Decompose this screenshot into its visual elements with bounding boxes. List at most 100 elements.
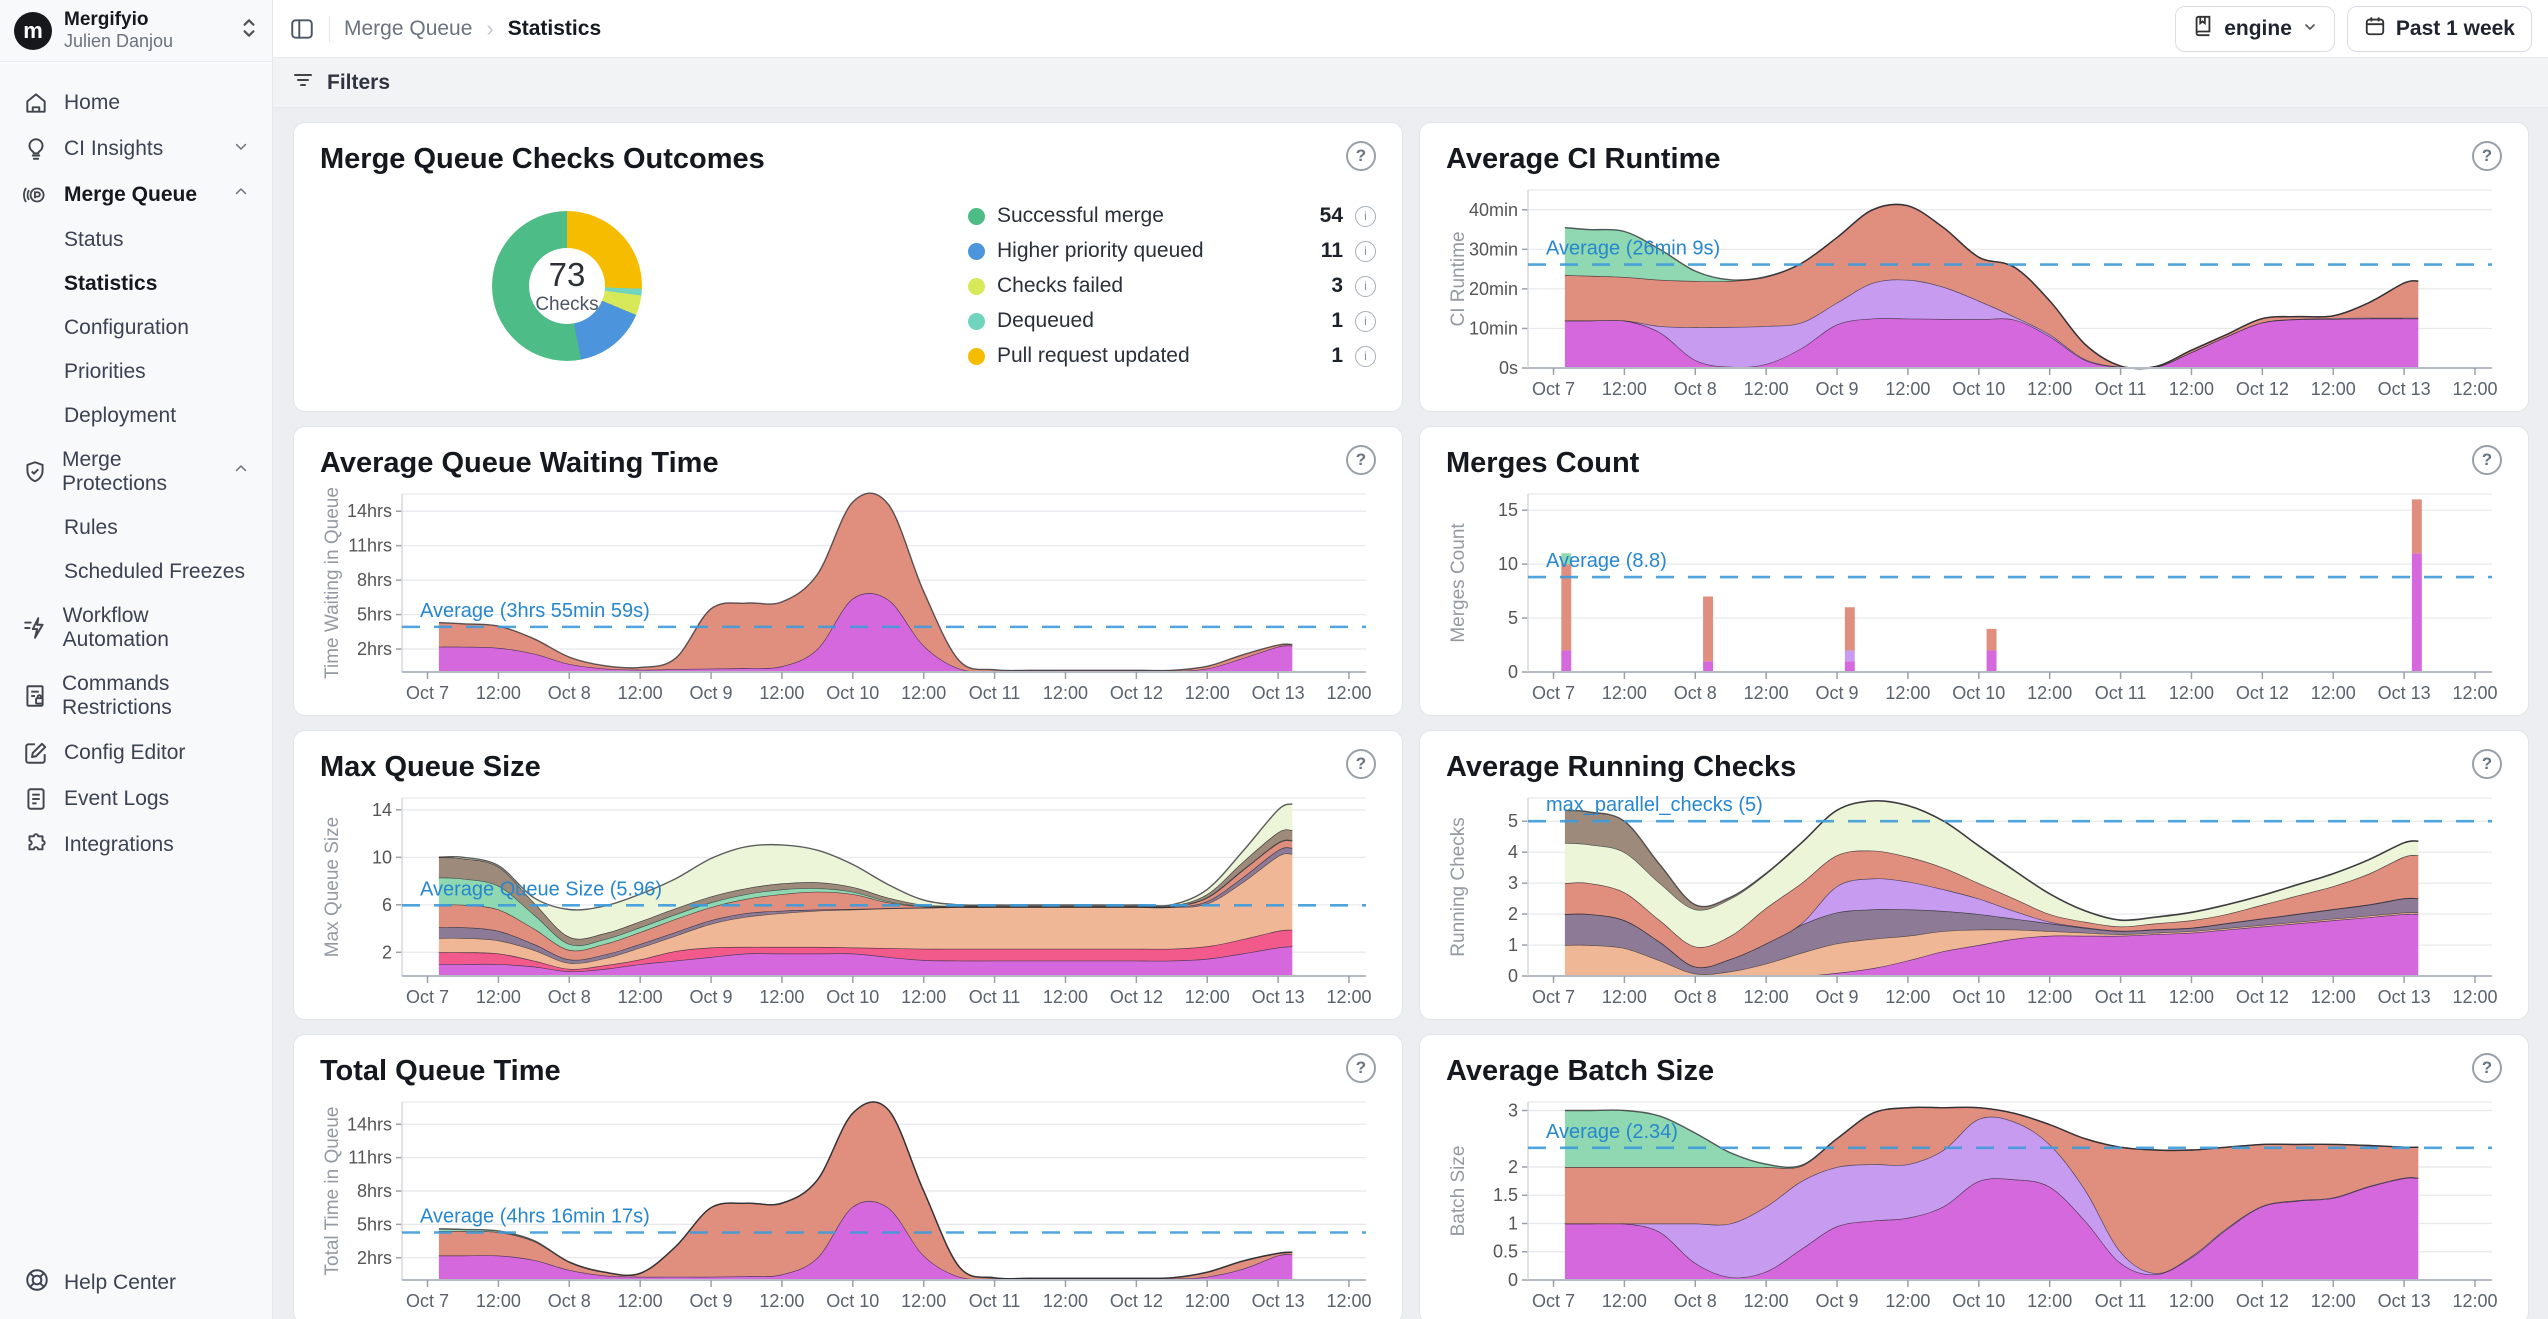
help-center-link[interactable]: Help Center — [0, 1247, 272, 1319]
help-icon[interactable]: ? — [2472, 749, 2502, 779]
sidebar-item-config-editor[interactable]: Config Editor — [10, 730, 262, 776]
date-range-button[interactable]: Past 1 week — [2347, 6, 2532, 52]
svg-text:Oct 7: Oct 7 — [1532, 683, 1575, 703]
help-icon[interactable]: ? — [2472, 445, 2502, 475]
card-average-ci-runtime: Average CI Runtime? 0s10min20min30min40mi… — [1419, 122, 2529, 412]
sidebar-item-statistics[interactable]: Statistics — [10, 262, 262, 306]
info-icon[interactable]: i — [1355, 346, 1376, 367]
donut-total-label: Checks — [535, 294, 598, 316]
svg-text:Oct 9: Oct 9 — [690, 987, 733, 1007]
sidebar-item-integrations[interactable]: Integrations — [10, 822, 262, 868]
svg-text:Oct 12: Oct 12 — [2236, 1291, 2289, 1311]
sidebar-item-label: Home — [64, 91, 120, 115]
sidebar-item-merge-protections[interactable]: Merge Protections — [10, 438, 262, 506]
svg-text:Oct 7: Oct 7 — [406, 987, 449, 1007]
info-icon[interactable]: i — [1355, 241, 1376, 262]
average-label: Average (4hrs 16min 17s) — [420, 1205, 650, 1227]
breadcrumb-merge-queue[interactable]: Merge Queue — [344, 17, 472, 41]
card-average-running-checks: Average Running Checks?012345Oct 712:00O… — [1419, 730, 2529, 1020]
card-title: Average CI Runtime — [1446, 143, 1721, 176]
svg-text:Oct 7: Oct 7 — [406, 683, 449, 703]
svg-text:4: 4 — [1508, 842, 1518, 862]
average-label: Average (8.8) — [1546, 550, 1667, 572]
help-icon[interactable]: ? — [2472, 141, 2502, 171]
help-icon[interactable]: ? — [1346, 1053, 1376, 1083]
info-icon[interactable]: i — [1355, 206, 1376, 227]
dashboard-grid: Merge Queue Checks Outcomes?73ChecksSucc… — [273, 108, 2548, 1319]
calendar-icon — [2364, 15, 2386, 43]
svg-text:12:00: 12:00 — [1885, 987, 1930, 1007]
sidebar-item-workflow-automation[interactable]: Workflow Automation — [10, 594, 262, 662]
sidebar-item-scheduled-freezes[interactable]: Scheduled Freezes — [10, 550, 262, 594]
svg-text:Oct 10: Oct 10 — [826, 1291, 879, 1311]
merge-queue-icon — [22, 182, 50, 208]
doc-lock-icon — [22, 683, 48, 709]
org-user: Julien Danjou — [64, 31, 228, 52]
chevron-down-icon — [232, 137, 250, 161]
repository-select[interactable]: engine — [2175, 6, 2335, 52]
doc-lines-icon — [22, 786, 50, 812]
sidebar-item-priorities[interactable]: Priorities — [10, 350, 262, 394]
legend-label: Dequeued — [997, 309, 1094, 333]
svg-text:12:00: 12:00 — [901, 1291, 946, 1311]
help-icon[interactable]: ? — [2472, 1053, 2502, 1083]
svg-text:12:00: 12:00 — [2027, 987, 2072, 1007]
card-max-queue-size: Max Queue Size?261014Oct 712:00Oct 812:0… — [293, 730, 1403, 1020]
sidebar-item-configuration[interactable]: Configuration — [10, 306, 262, 350]
info-icon[interactable]: i — [1355, 276, 1376, 297]
chart-max-queue-size[interactable]: 261014Oct 712:00Oct 812:00Oct 912:00Oct … — [320, 790, 1378, 1010]
chart-average-ci-runtime[interactable]: 0s10min20min30min40minOct 712:00Oct 812:… — [1446, 182, 2504, 402]
sidebar-item-home[interactable]: Home — [10, 80, 262, 126]
shield-icon — [22, 459, 48, 485]
svg-text:12:00: 12:00 — [901, 987, 946, 1007]
sidebar-item-deployment[interactable]: Deployment — [10, 394, 262, 438]
chart-average-queue-waiting-time[interactable]: 2hrs5hrs8hrs11hrs14hrsOct 712:00Oct 812:… — [320, 486, 1378, 706]
legend-value: 1 — [1331, 344, 1343, 368]
info-icon[interactable]: i — [1355, 311, 1376, 332]
svg-text:0: 0 — [1508, 1270, 1518, 1290]
svg-text:12:00: 12:00 — [2452, 683, 2497, 703]
sidebar-item-label: Configuration — [64, 316, 189, 340]
chart-average-batch-size[interactable]: 00.511.523Oct 712:00Oct 812:00Oct 912:00… — [1446, 1094, 2504, 1314]
sidebar-item-ci-insights[interactable]: CI Insights — [10, 126, 262, 172]
org-switcher[interactable]: m Mergifyio Julien Danjou — [0, 0, 272, 62]
legend-label: Checks failed — [997, 274, 1123, 298]
app-root: m Mergifyio Julien Danjou Home CI Insight… — [0, 0, 2548, 1319]
chart-average-running-checks[interactable]: 012345Oct 712:00Oct 812:00Oct 912:00Oct … — [1446, 790, 2504, 1010]
filter-lines-icon — [291, 68, 315, 97]
sidebar-item-rules[interactable]: Rules — [10, 506, 262, 550]
sidebar-item-status[interactable]: Status — [10, 218, 262, 262]
svg-text:11hrs: 11hrs — [348, 1148, 392, 1168]
svg-text:12:00: 12:00 — [1326, 683, 1371, 703]
svg-text:12:00: 12:00 — [2027, 683, 2072, 703]
legend-dot — [968, 243, 985, 260]
sidebar-item-merge-queue[interactable]: Merge Queue — [10, 172, 262, 218]
sidebar-item-event-logs[interactable]: Event Logs — [10, 776, 262, 822]
svg-text:3: 3 — [1508, 873, 1518, 893]
card-title: Merge Queue Checks Outcomes — [320, 143, 765, 176]
svg-text:2hrs: 2hrs — [357, 1248, 392, 1268]
repository-icon — [2192, 15, 2214, 43]
repository-name: engine — [2224, 17, 2292, 41]
legend-row: Checks failed 3i — [968, 274, 1376, 298]
svg-text:Oct 7: Oct 7 — [1532, 1291, 1575, 1311]
svg-text:1: 1 — [1508, 935, 1518, 955]
chart-total-queue-time[interactable]: 2hrs5hrs8hrs11hrs14hrsOct 712:00Oct 812:… — [320, 1094, 1378, 1314]
chart-merges-count[interactable]: 051015Oct 712:00Oct 812:00Oct 912:00Oct … — [1446, 486, 2504, 706]
svg-text:5hrs: 5hrs — [357, 1214, 392, 1234]
svg-text:1: 1 — [1508, 1213, 1518, 1233]
legend-value: 3 — [1331, 274, 1343, 298]
help-icon[interactable]: ? — [1346, 141, 1376, 171]
filters-button[interactable]: Filters — [327, 71, 390, 95]
sidebar-toggle-icon[interactable] — [289, 16, 315, 42]
help-icon[interactable]: ? — [1346, 749, 1376, 779]
svg-text:12:00: 12:00 — [1043, 683, 1088, 703]
card-title: Average Queue Waiting Time — [320, 447, 719, 480]
help-icon[interactable]: ? — [1346, 445, 1376, 475]
svg-text:Oct 7: Oct 7 — [1532, 379, 1575, 399]
svg-text:Oct 8: Oct 8 — [548, 1291, 591, 1311]
chevron-down-icon — [2302, 17, 2318, 41]
sidebar-item-commands-restrictions[interactable]: Commands Restrictions — [10, 662, 262, 730]
svg-text:Oct 9: Oct 9 — [690, 683, 733, 703]
legend-value: 11 — [1321, 239, 1343, 263]
